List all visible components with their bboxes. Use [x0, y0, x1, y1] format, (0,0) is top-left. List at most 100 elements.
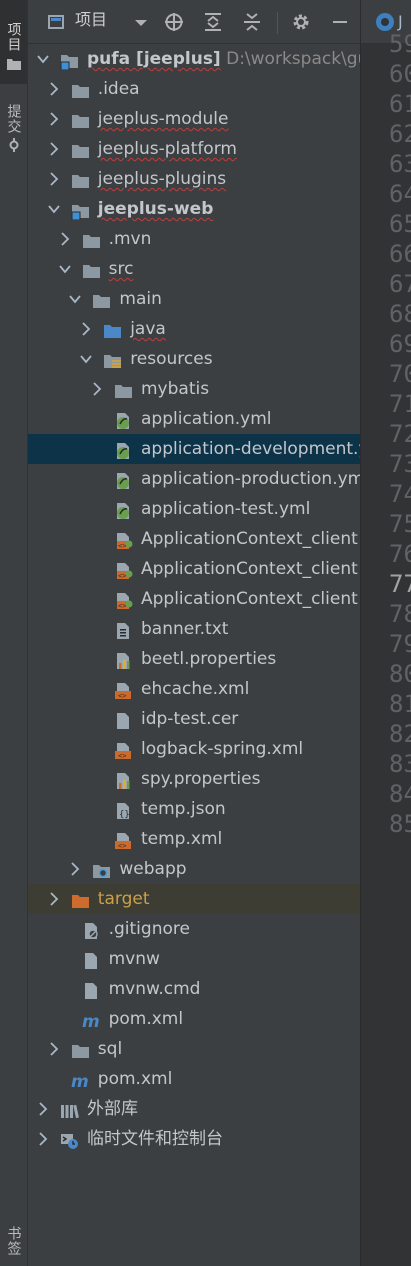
chevron-right-icon[interactable]: [68, 854, 82, 884]
chevron-down-icon[interactable]: [68, 284, 82, 314]
tree-item-name: jeeplus-module: [97, 109, 229, 129]
tree-row[interactable]: <> temp.xml: [28, 824, 360, 854]
gear-icon[interactable]: [291, 12, 311, 32]
bookmarks-tool-tab[interactable]: 书签: [0, 1226, 27, 1266]
chevron-right-icon[interactable]: [90, 374, 104, 404]
chevron-down-icon[interactable]: [36, 44, 50, 74]
tree-row[interactable]: jeeplus-platform: [28, 134, 360, 164]
tree-row[interactable]: jeeplus-plugins: [28, 164, 360, 194]
tree-item-name: mvnw: [108, 949, 160, 969]
chevron-right-icon[interactable]: [47, 134, 61, 164]
line-number: 63: [389, 150, 411, 178]
tree-row[interactable]: src: [28, 254, 360, 284]
view-dropdown-icon[interactable]: [131, 12, 151, 32]
project-panel: 项目 pufa [jeeplus] D:\workspack\gu .idea je…: [28, 0, 360, 1266]
chevron-down-icon[interactable]: [58, 254, 72, 284]
json-file-icon: {}: [114, 800, 133, 820]
editor-gutter: J 59 60 61 62 63 64 65 66 67 68 69 70 71 72 73 74 75 76 77…: [360, 0, 411, 1266]
tree-row[interactable]: 临时文件和控制台: [28, 1124, 360, 1154]
tree-row[interactable]: <> logback-spring.xml: [28, 734, 360, 764]
tree-row[interactable]: pufa [jeeplus] D:\workspack\gu: [28, 44, 360, 74]
hide-panel-icon[interactable]: [330, 12, 350, 32]
tree-item-name: java: [130, 319, 166, 339]
tree-row[interactable]: m pom.xml: [28, 1064, 360, 1094]
expand-all-icon[interactable]: [203, 12, 223, 32]
collapse-all-icon[interactable]: [242, 12, 262, 32]
commit-tool-tab[interactable]: 提交: [0, 104, 27, 164]
line-number: 59: [389, 30, 411, 58]
folder-icon: [92, 290, 111, 308]
tree-row[interactable]: mvnw: [28, 944, 360, 974]
chevron-right-icon[interactable]: [47, 164, 61, 194]
chevron-right-icon[interactable]: [36, 1124, 50, 1154]
tree-row[interactable]: <> ApplicationContext_client: [28, 584, 360, 614]
tree-item-label: mvnw.cmd: [109, 974, 201, 1004]
chevron-down-icon[interactable]: [79, 344, 93, 374]
project-tool-tab-label: 项目: [5, 22, 22, 52]
tree-row[interactable]: 外部库: [28, 1094, 360, 1124]
chevron-right-icon[interactable]: [79, 314, 93, 344]
tree-row[interactable]: target: [28, 884, 360, 914]
svg-text:<>: <>: [118, 602, 126, 610]
tree-row[interactable]: jeeplus-web: [28, 194, 360, 224]
tree-row[interactable]: sql: [28, 1034, 360, 1064]
tree-item-label: target: [98, 884, 150, 914]
tree-row[interactable]: m pom.xml: [28, 1004, 360, 1034]
tree-item-label: resources: [130, 344, 212, 374]
project-tool-tab[interactable]: 项目: [0, 0, 27, 84]
tree-row[interactable]: application-development.yml: [28, 434, 360, 464]
tree-row[interactable]: application-test.yml: [28, 494, 360, 524]
chevron-right-icon[interactable]: [47, 74, 61, 104]
line-number: 62: [389, 120, 411, 148]
tree-row[interactable]: application-production.yml: [28, 464, 360, 494]
tree-item-name: temp.json: [141, 799, 226, 819]
tree-item-name: resources: [130, 349, 213, 369]
tree-item-label: pufa [jeeplus] D:\workspack\gu: [87, 44, 360, 74]
chevron-right-icon[interactable]: [47, 884, 61, 914]
tree-item-name: mybatis: [141, 379, 210, 399]
chevron-right-icon[interactable]: [36, 1094, 50, 1124]
tree-item-name: ApplicationContext_client: [141, 589, 358, 609]
tree-item-label: beetl.properties: [141, 644, 276, 674]
tree-item-name: jeeplus-web: [97, 199, 214, 219]
maven-icon: m: [71, 1070, 90, 1092]
spring-config-icon: [114, 500, 133, 519]
tree-row[interactable]: <> ApplicationContext_client: [28, 524, 360, 554]
tree-row[interactable]: idp-test.cer: [28, 704, 360, 734]
folder-icon: [71, 170, 90, 188]
tree-item-name: application-production.yml: [141, 469, 360, 489]
tree-row[interactable]: mvnw.cmd: [28, 974, 360, 1004]
chevron-right-icon[interactable]: [47, 104, 61, 134]
tree-row[interactable]: banner.txt: [28, 614, 360, 644]
tree-row[interactable]: main: [28, 284, 360, 314]
line-number: 79: [389, 630, 411, 658]
tree-row[interactable]: {} temp.json: [28, 794, 360, 824]
chevron-right-icon[interactable]: [47, 1034, 61, 1064]
tree-row[interactable]: beetl.properties: [28, 644, 360, 674]
xml-file-icon: <>: [114, 740, 133, 760]
tree-row[interactable]: .gitignore: [28, 914, 360, 944]
tree-row[interactable]: jeeplus-module: [28, 104, 360, 134]
tree-item-name: application.yml: [141, 409, 272, 429]
chevron-right-icon[interactable]: [58, 224, 72, 254]
tree-item-label: sql: [98, 1034, 122, 1064]
tree-row[interactable]: .idea: [28, 74, 360, 104]
tree-row[interactable]: <> ehcache.xml: [28, 674, 360, 704]
tree-row[interactable]: application.yml: [28, 404, 360, 434]
tree-item-label: 外部库: [87, 1094, 138, 1124]
tree-row[interactable]: mybatis: [28, 374, 360, 404]
tool-window-strip: 项目 提交 书签: [0, 0, 28, 1266]
tree-item-label: temp.xml: [141, 824, 222, 854]
tree-row[interactable]: <> ApplicationContext_client: [28, 554, 360, 584]
tree-row[interactable]: .mvn: [28, 224, 360, 254]
tree-row[interactable]: resources: [28, 344, 360, 374]
tree-row[interactable]: webapp: [28, 854, 360, 884]
project-view-label[interactable]: 项目: [75, 10, 107, 30]
excluded-folder-icon: [71, 890, 90, 908]
chevron-down-icon[interactable]: [47, 194, 61, 224]
tree-item-name: .gitignore: [108, 919, 190, 939]
tree-row[interactable]: java: [28, 314, 360, 344]
tree-row[interactable]: spy.properties: [28, 764, 360, 794]
locate-file-icon[interactable]: [164, 12, 184, 32]
line-number: 60: [389, 60, 411, 88]
